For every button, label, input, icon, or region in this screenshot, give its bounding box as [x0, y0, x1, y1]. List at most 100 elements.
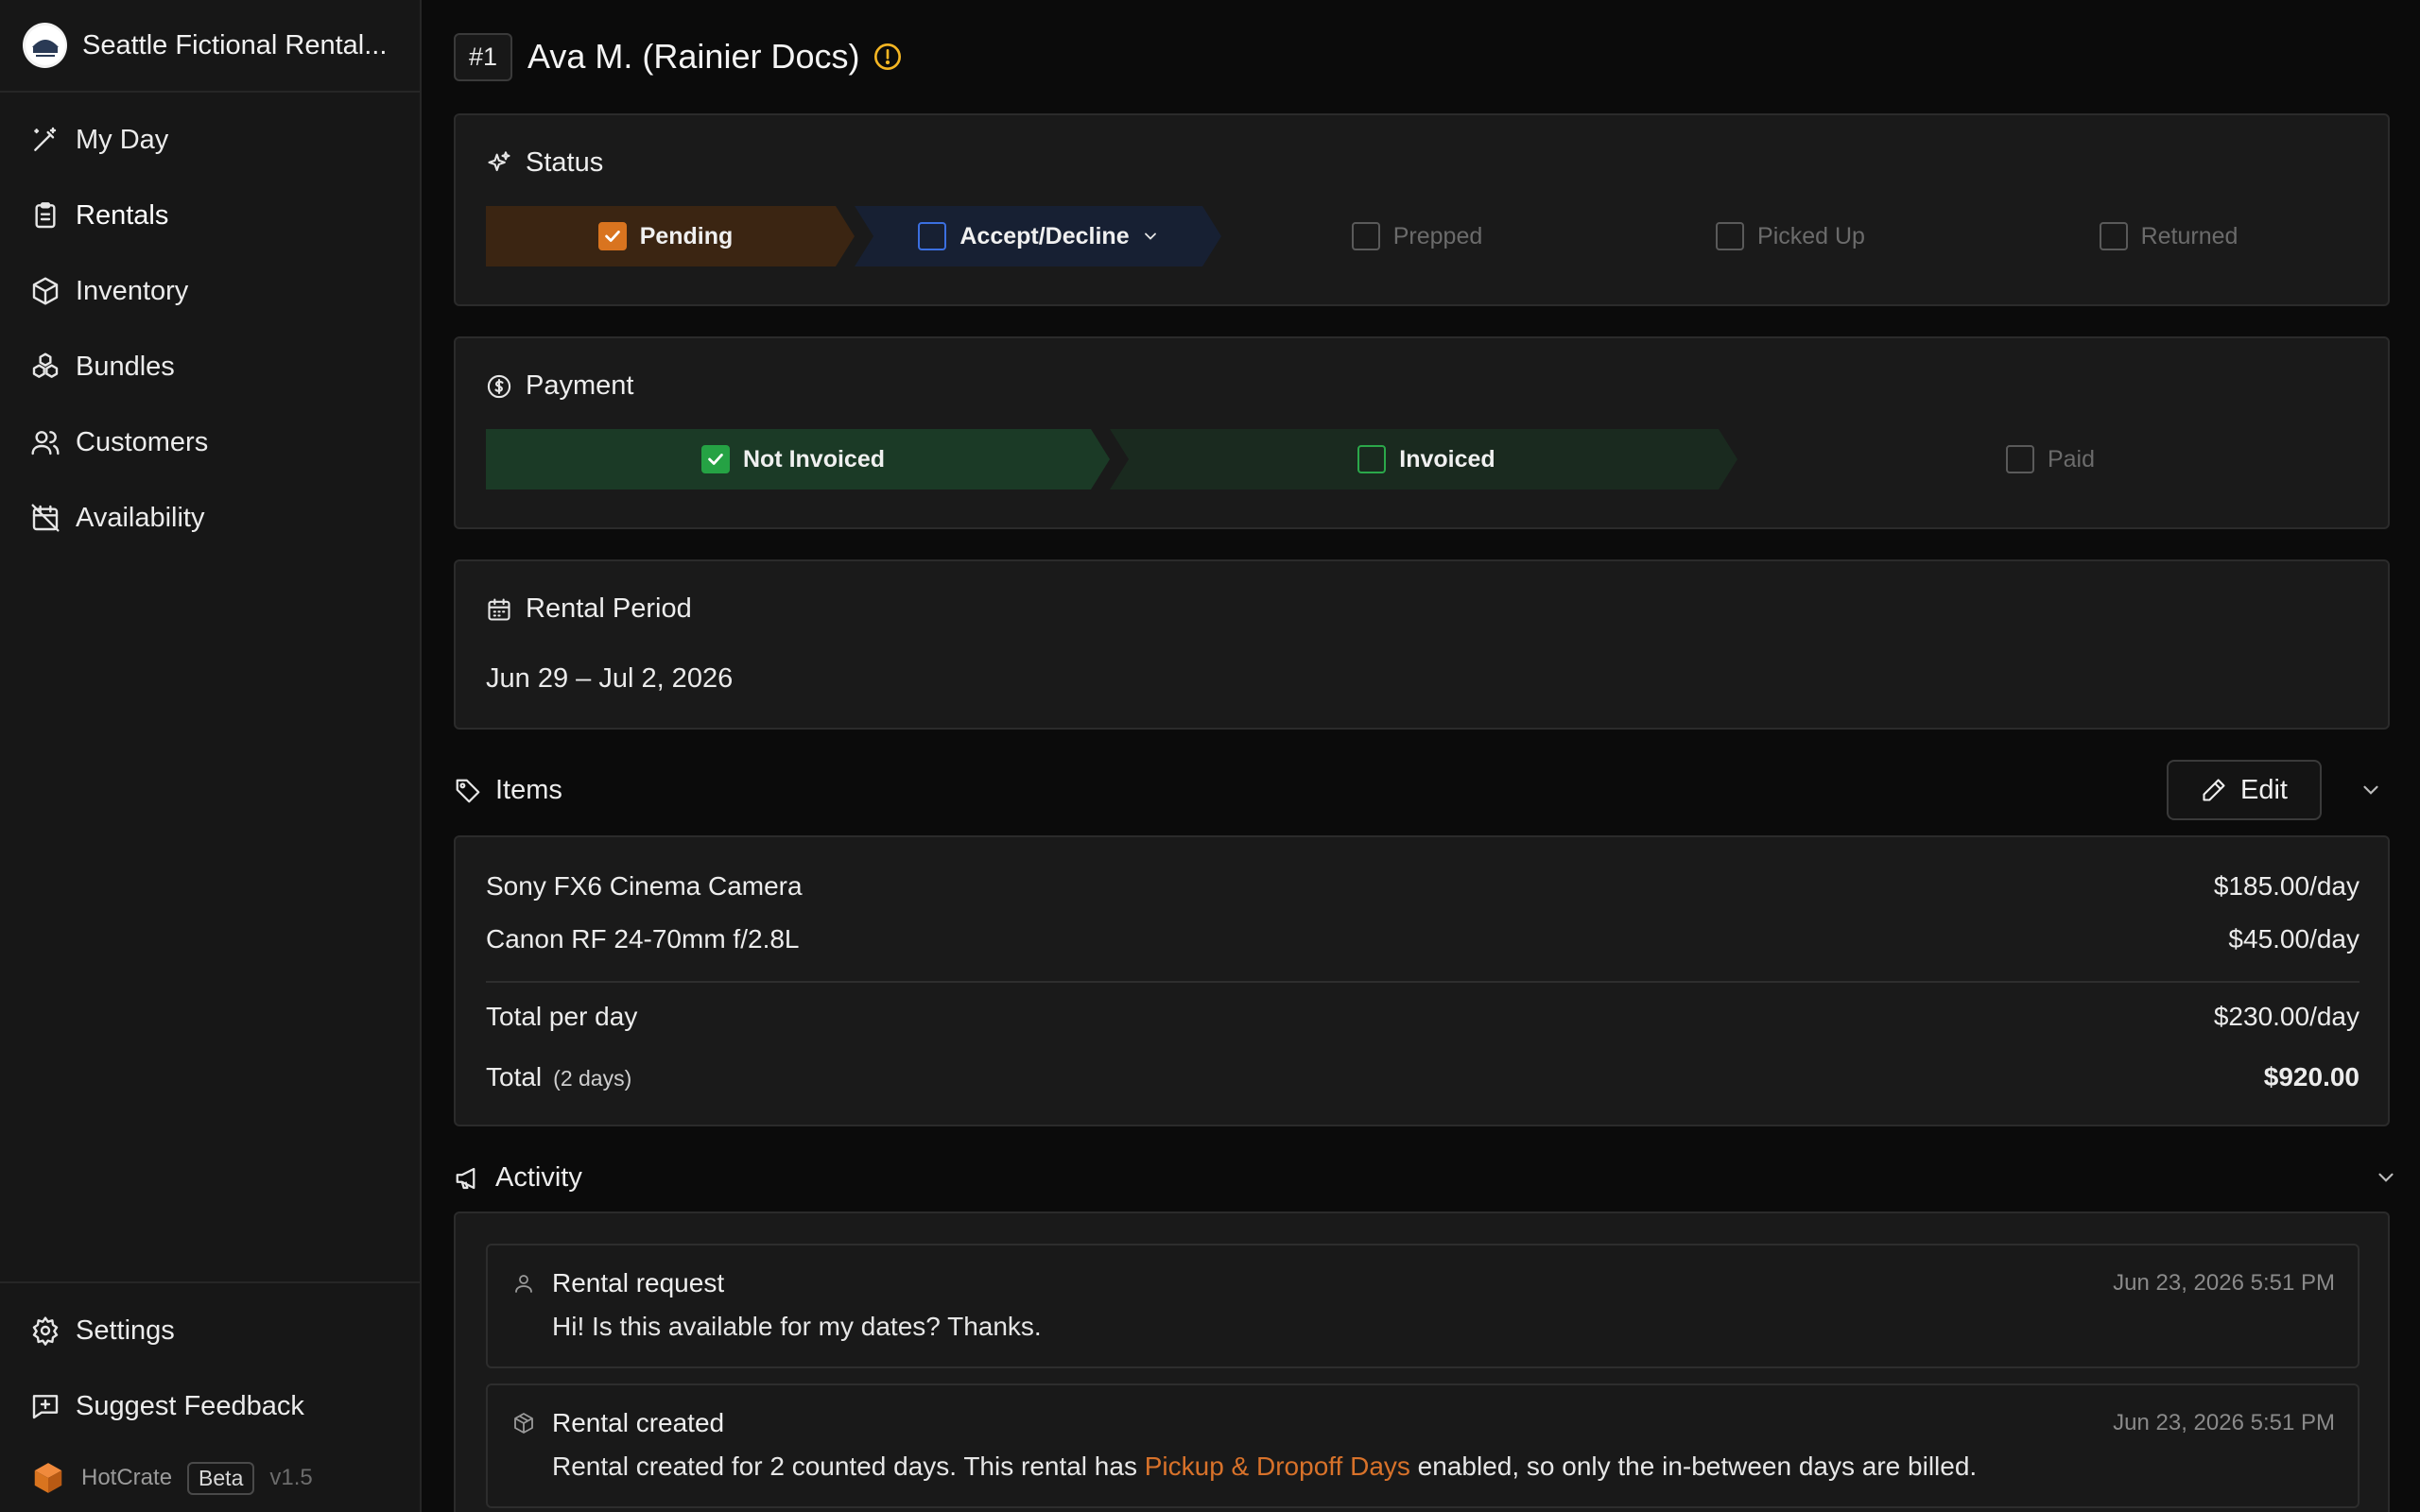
payment-step-paid[interactable]: Paid [1743, 429, 2358, 490]
payment-step-label: Invoiced [1399, 445, 1495, 472]
warning-icon[interactable] [873, 42, 903, 72]
calendar-off-icon [30, 503, 60, 533]
checkbox-empty [2005, 445, 2034, 473]
activity-entry: Rental created Jun 23, 2026 5:51 PM Rent… [486, 1383, 2360, 1508]
rental-period-title: Rental Period [486, 593, 692, 625]
activity-entry-body: Hi! Is this available for my dates? Than… [552, 1312, 1042, 1341]
main-content: #1 Ava M. (Rainier Docs) Status Pending [454, 0, 2394, 1512]
box-icon [30, 276, 60, 306]
status-step-pending[interactable]: Pending [486, 206, 845, 266]
checkbox-empty [1357, 445, 1387, 473]
activity-entry-body: Rental created for 2 counted days. This … [552, 1452, 1977, 1482]
status-step-picked-up[interactable]: Picked Up [1601, 206, 1979, 266]
total-per-day-row: Total per day $230.00/day [486, 1002, 2360, 1032]
tag-icon [454, 777, 482, 805]
brand-footer: HotCrate Beta v1.5 [0, 1444, 420, 1512]
feedback-icon [30, 1391, 60, 1421]
org-name: Seattle Fictional Rental... [82, 29, 388, 60]
edit-items-button[interactable]: Edit [2167, 760, 2322, 820]
sidebar-item-inventory[interactable]: Inventory [0, 253, 420, 329]
activity-entry-title: Rental created [552, 1408, 725, 1437]
version-label: v1.5 [269, 1465, 313, 1490]
org-switcher[interactable]: Seattle Fictional Rental... [0, 0, 420, 93]
sidebar-item-bundles[interactable]: Bundles [0, 329, 420, 404]
rental-period-value: Jun 29 – Jul 2, 2026 [486, 663, 734, 694]
item-price: $45.00/day [2228, 924, 2360, 954]
sidebar-item-label: Rentals [76, 199, 169, 231]
activity-card: Rental request Jun 23, 2026 5:51 PM Hi! … [454, 1211, 2390, 1512]
sidebar: Seattle Fictional Rental... My Day Renta… [0, 0, 422, 1512]
status-step-returned[interactable]: Returned [1979, 206, 2358, 266]
wand-icon [30, 125, 60, 155]
checkbox-empty [2099, 222, 2128, 250]
pickup-dropoff-days-link[interactable]: Pickup & Dropoff Days [1145, 1452, 1410, 1481]
sidebar-footer: Settings Suggest Feedback HotCrate Beta … [0, 1281, 420, 1512]
sidebar-item-my-day[interactable]: My Day [0, 102, 420, 178]
payment-title: Payment [486, 370, 633, 402]
payment-step-label: Not Invoiced [742, 445, 885, 472]
check-icon [700, 445, 730, 473]
items-collapse-button[interactable] [2356, 775, 2386, 805]
payment-title-label: Payment [526, 370, 634, 401]
sidebar-item-availability[interactable]: Availability [0, 480, 420, 556]
status-title-label: Status [526, 147, 604, 178]
sidebar-item-rentals[interactable]: Rentals [0, 178, 420, 253]
activity-body-text: Rental created for 2 counted days. This … [552, 1452, 1145, 1481]
org-logo [23, 23, 68, 68]
item-name: Sony FX6 Cinema Camera [486, 871, 803, 901]
sidebar-nav: My Day Rentals Inventory Bundles Custome… [0, 93, 420, 556]
status-step-label: Accept/Decline [959, 222, 1130, 249]
sidebar-item-label: Availability [76, 502, 205, 533]
activity-title: Activity [495, 1162, 582, 1193]
status-step-prepped[interactable]: Prepped [1233, 206, 1601, 266]
hotcrate-logo-icon [30, 1460, 66, 1496]
activity-entry-time: Jun 23, 2026 5:51 PM [2113, 1270, 2335, 1296]
payment-card: Payment Not Invoiced Invoiced Paid [454, 336, 2390, 529]
total-label: Total [486, 1062, 543, 1091]
sidebar-item-customers[interactable]: Customers [0, 404, 420, 480]
beta-badge: Beta [187, 1461, 255, 1495]
sidebar-item-label: Inventory [76, 275, 189, 306]
sidebar-item-label: Bundles [76, 351, 175, 382]
status-step-label: Picked Up [1757, 222, 1865, 249]
package-icon [512, 1412, 537, 1436]
pencil-icon [2201, 777, 2227, 803]
checkbox-empty [918, 222, 947, 250]
checkbox-empty [1716, 222, 1745, 250]
sidebar-item-label: Customers [76, 426, 209, 457]
payment-stepper: Not Invoiced Invoiced Paid [486, 429, 2360, 490]
payment-step-invoiced[interactable]: Invoiced [1119, 429, 1734, 490]
page-title: Ava M. (Rainier Docs) [527, 37, 860, 76]
rental-period-card: Rental Period Jun 29 – Jul 2, 2026 [454, 559, 2390, 730]
total-per-day-value: $230.00/day [2213, 1002, 2360, 1031]
items-divider [486, 981, 2360, 983]
edit-label: Edit [2240, 774, 2288, 805]
payment-step-not-invoiced[interactable]: Not Invoiced [486, 429, 1100, 490]
clipboard-icon [30, 200, 60, 231]
sidebar-item-settings[interactable]: Settings [0, 1293, 420, 1368]
brand-name: HotCrate [81, 1465, 173, 1490]
status-card: Status Pending Accept/Decline Prepped Pi… [454, 113, 2390, 306]
chevron-down-icon [1141, 227, 1160, 246]
rental-period-title-label: Rental Period [526, 593, 692, 624]
activity-entry-title: Rental request [552, 1268, 725, 1297]
status-step-accept-decline[interactable]: Accept/Decline [864, 206, 1214, 266]
activity-collapse-button[interactable] [2371, 1162, 2401, 1193]
user-icon [512, 1272, 537, 1297]
activity-entry: Rental request Jun 23, 2026 5:51 PM Hi! … [486, 1244, 2360, 1368]
list-item: Sony FX6 Cinema Camera $185.00/day [486, 871, 2360, 902]
chevron-down-icon [2374, 1165, 2398, 1190]
megaphone-icon [454, 1164, 482, 1193]
item-price: $185.00/day [2213, 871, 2360, 901]
activity-header: Activity [454, 1162, 582, 1194]
status-step-label: Prepped [1392, 222, 1483, 249]
dollar-circle-icon [486, 373, 512, 400]
activity-body-text: enabled, so only the in-between days are… [1409, 1452, 1978, 1481]
bundles-icon [30, 352, 60, 382]
users-icon [30, 427, 60, 457]
page-header: #1 Ava M. (Rainier Docs) [454, 32, 903, 81]
status-stepper: Pending Accept/Decline Prepped Picked Up… [486, 206, 2360, 266]
sidebar-item-suggest-feedback[interactable]: Suggest Feedback [0, 1368, 420, 1444]
total-value: $920.00 [2263, 1062, 2360, 1091]
gear-icon [30, 1315, 60, 1346]
